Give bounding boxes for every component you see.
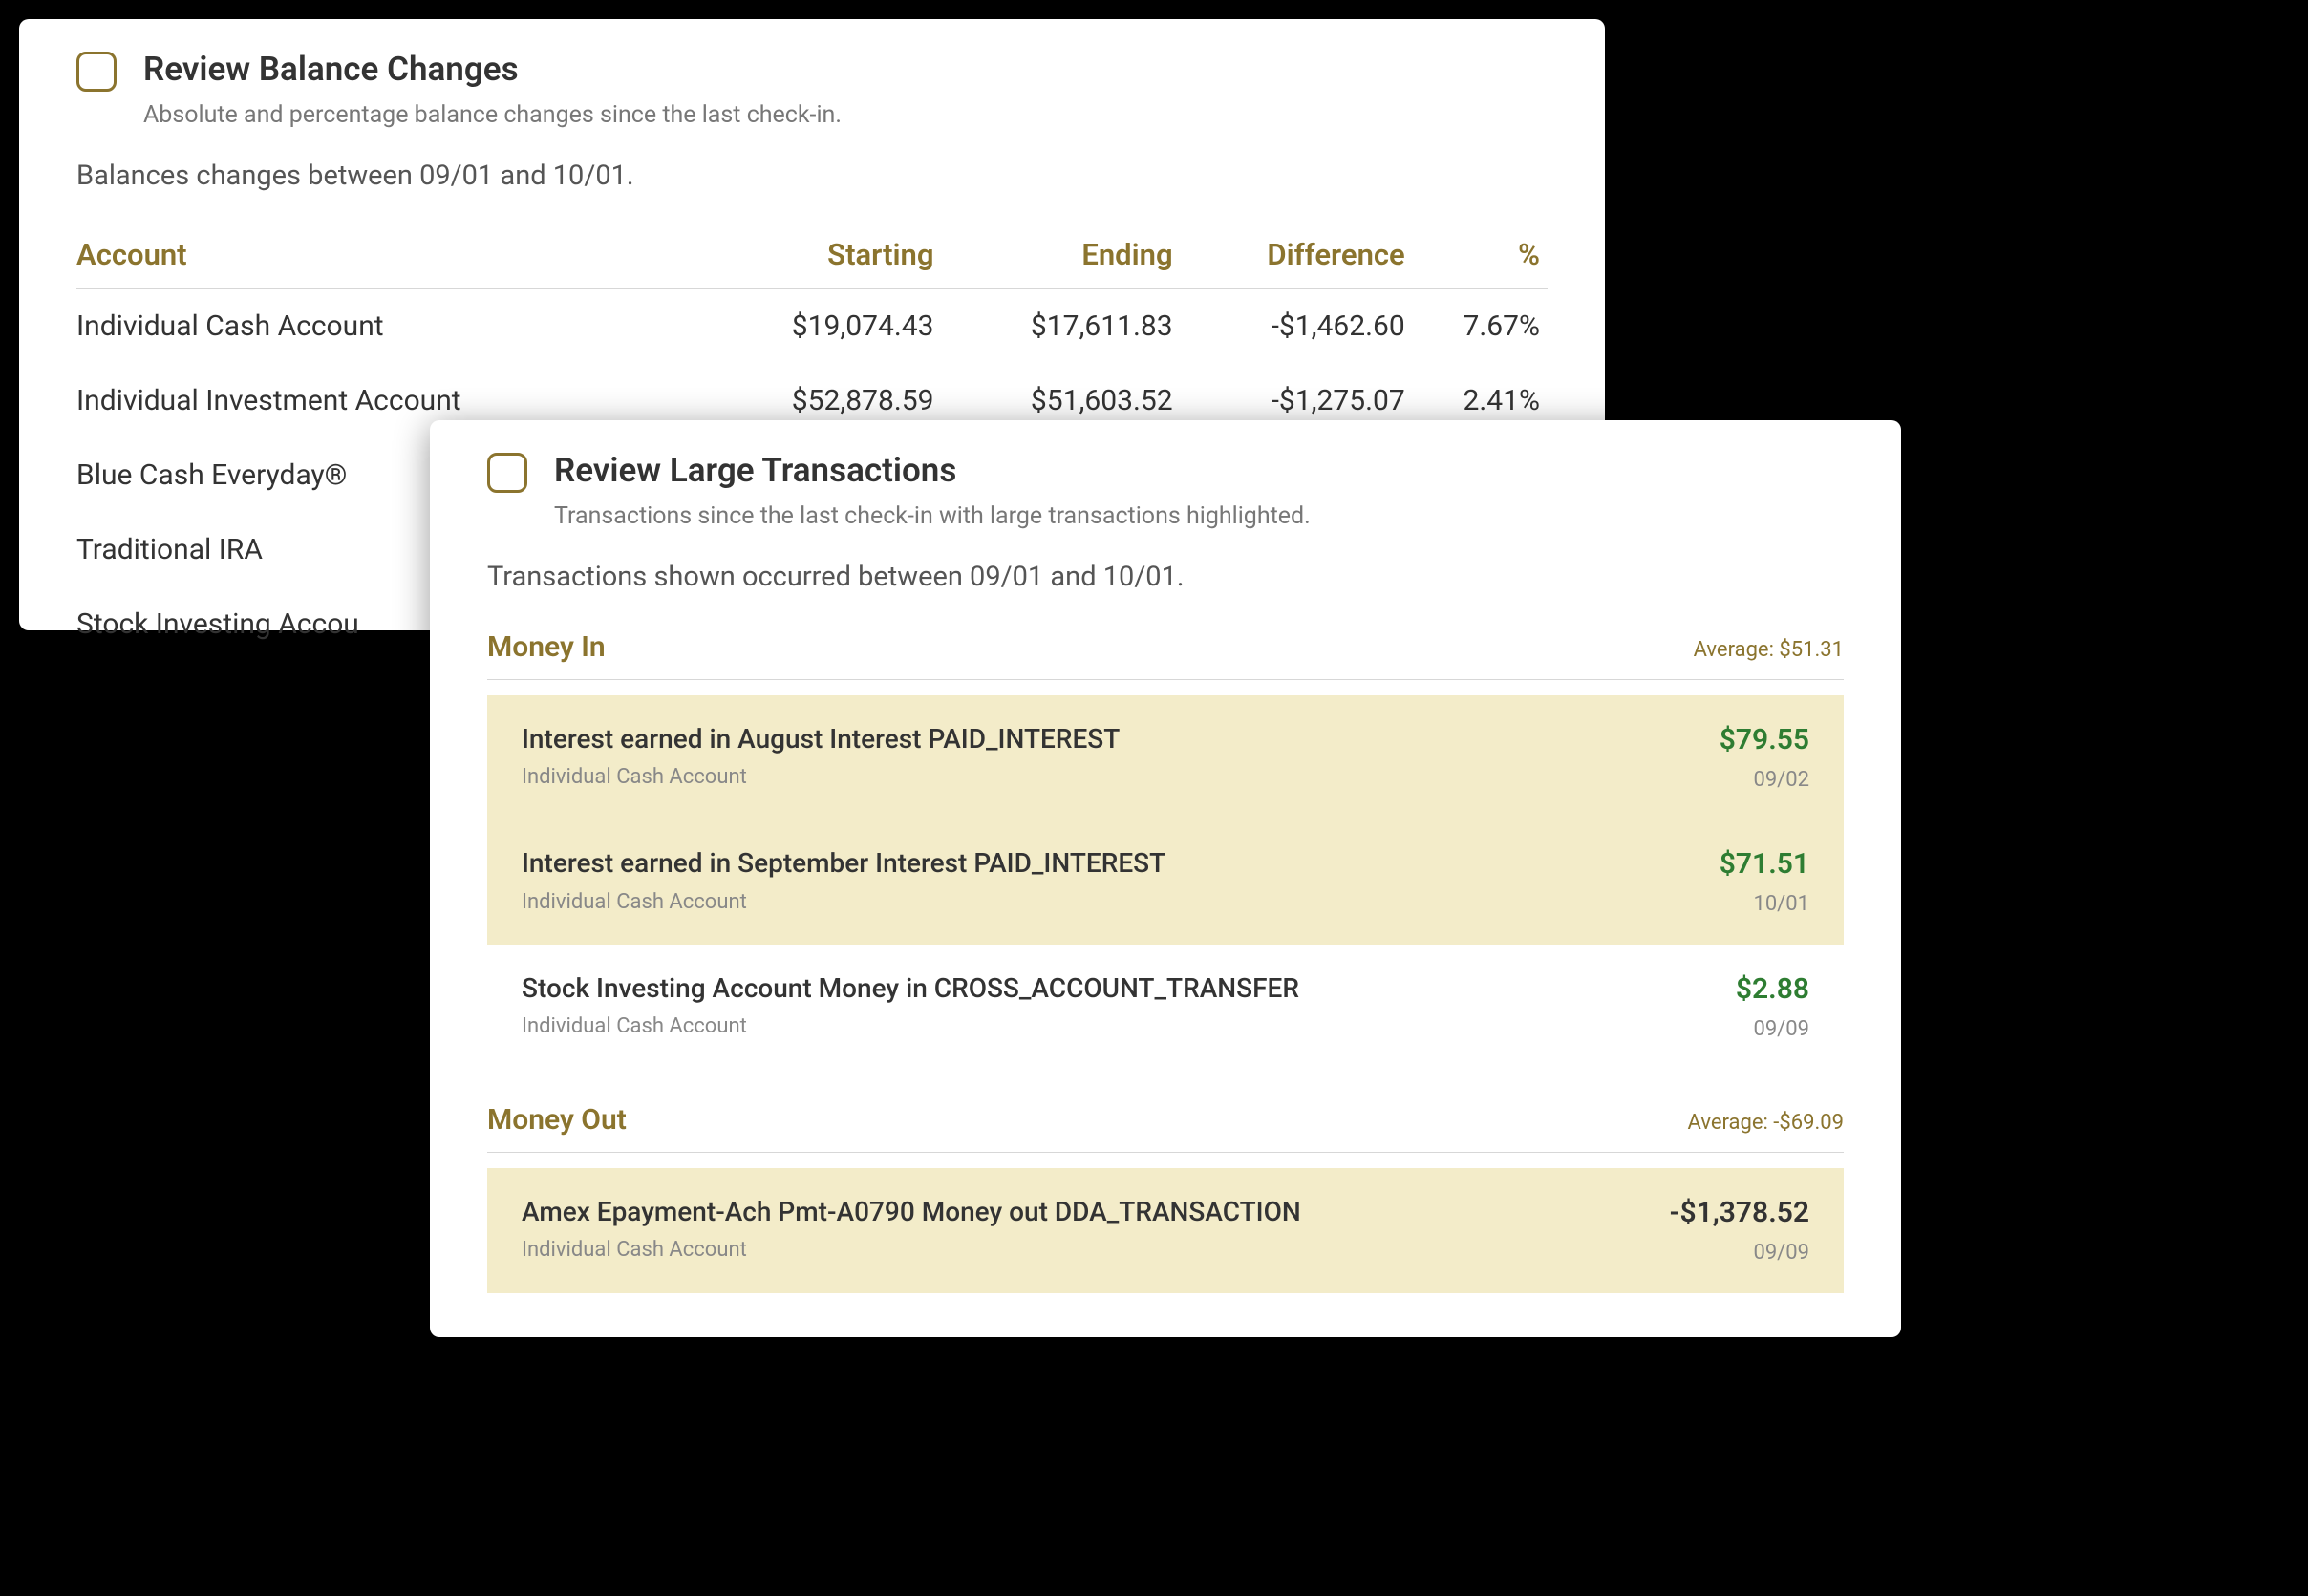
col-starting: Starting (702, 224, 941, 289)
transaction-amount: $79.55 (1720, 720, 1809, 760)
tx-header-text: Review Large Transactions Transactions s… (554, 447, 1311, 533)
transaction-account: Individual Cash Account (522, 1236, 1650, 1266)
transaction-date: 09/09 (1736, 1015, 1809, 1045)
money-out-heading: Money Out (487, 1100, 627, 1140)
money-in-heading: Money In (487, 628, 606, 668)
tx-subtitle: Transactions since the last check-in wit… (554, 500, 1311, 533)
transaction-date: 09/09 (1669, 1239, 1809, 1268)
transaction-account: Individual Cash Account (522, 888, 1700, 918)
col-difference: Difference (1181, 224, 1413, 289)
transaction-amount: -$1,378.52 (1669, 1193, 1809, 1233)
transaction-date: 09/02 (1720, 766, 1809, 796)
money-in-list: Interest earned in August Interest PAID_… (487, 695, 1844, 1070)
transaction-right: $71.51 10/01 (1720, 844, 1809, 920)
tx-checkbox[interactable] (487, 453, 527, 493)
balance-subtitle: Absolute and percentage balance changes … (143, 98, 842, 132)
transaction-left: Interest earned in September Interest PA… (522, 844, 1720, 917)
cell-difference: -$1,462.60 (1181, 288, 1413, 364)
transaction-right: $79.55 09/02 (1720, 720, 1809, 796)
table-row: Individual Cash Account$19,074.43$17,611… (76, 288, 1548, 364)
transaction-description: Amex Epayment-Ach Pmt-A0790 Money out DD… (522, 1193, 1650, 1230)
transaction-item: Interest earned in September Interest PA… (487, 819, 1844, 945)
cell-account: Individual Cash Account (76, 288, 702, 364)
balance-table-header-row: Account Starting Ending Difference % (76, 224, 1548, 289)
col-ending: Ending (942, 224, 1181, 289)
transaction-date: 10/01 (1720, 890, 1809, 920)
transaction-account: Individual Cash Account (522, 1012, 1717, 1042)
col-percent: % (1413, 224, 1548, 289)
balance-checkbox[interactable] (76, 52, 117, 92)
money-in-average: Average: $51.31 (1694, 636, 1844, 666)
money-in-section-header: Money In Average: $51.31 (487, 628, 1844, 680)
transaction-right: -$1,378.52 09/09 (1669, 1193, 1809, 1268)
cell-percent: 7.67% (1413, 288, 1548, 364)
transaction-description: Stock Investing Account Money in CROSS_A… (522, 969, 1717, 1007)
transaction-right: $2.88 09/09 (1736, 969, 1809, 1045)
balance-card-header: Review Balance Changes Absolute and perc… (76, 46, 1548, 132)
money-out-average: Average: -$69.09 (1688, 1109, 1845, 1138)
transaction-amount: $71.51 (1720, 844, 1809, 884)
transaction-left: Amex Epayment-Ach Pmt-A0790 Money out DD… (522, 1193, 1669, 1266)
col-account: Account (76, 224, 702, 289)
cell-starting: $19,074.43 (702, 288, 941, 364)
money-out-section-header: Money Out Average: -$69.09 (487, 1100, 1844, 1153)
tx-card-header: Review Large Transactions Transactions s… (487, 447, 1844, 533)
transaction-description: Interest earned in September Interest PA… (522, 844, 1700, 882)
stage: Review Balance Changes Absolute and perc… (0, 0, 2308, 1596)
balance-header-text: Review Balance Changes Absolute and perc… (143, 46, 842, 132)
cell-ending: $17,611.83 (942, 288, 1181, 364)
tx-title: Review Large Transactions (554, 447, 1311, 494)
tx-summary: Transactions shown occurred between 09/0… (487, 558, 1844, 597)
transaction-amount: $2.88 (1736, 969, 1809, 1010)
transaction-account: Individual Cash Account (522, 763, 1700, 793)
transaction-item: Amex Epayment-Ach Pmt-A0790 Money out DD… (487, 1168, 1844, 1293)
transaction-item: Stock Investing Account Money in CROSS_A… (487, 945, 1844, 1070)
transaction-left: Stock Investing Account Money in CROSS_A… (522, 969, 1736, 1042)
transaction-description: Interest earned in August Interest PAID_… (522, 720, 1700, 757)
transaction-item: Interest earned in August Interest PAID_… (487, 695, 1844, 820)
transactions-card: Review Large Transactions Transactions s… (430, 420, 1901, 1337)
transaction-left: Interest earned in August Interest PAID_… (522, 720, 1720, 793)
balance-summary: Balances changes between 09/01 and 10/01… (76, 157, 1548, 196)
balance-title: Review Balance Changes (143, 46, 842, 93)
money-out-list: Amex Epayment-Ach Pmt-A0790 Money out DD… (487, 1168, 1844, 1293)
